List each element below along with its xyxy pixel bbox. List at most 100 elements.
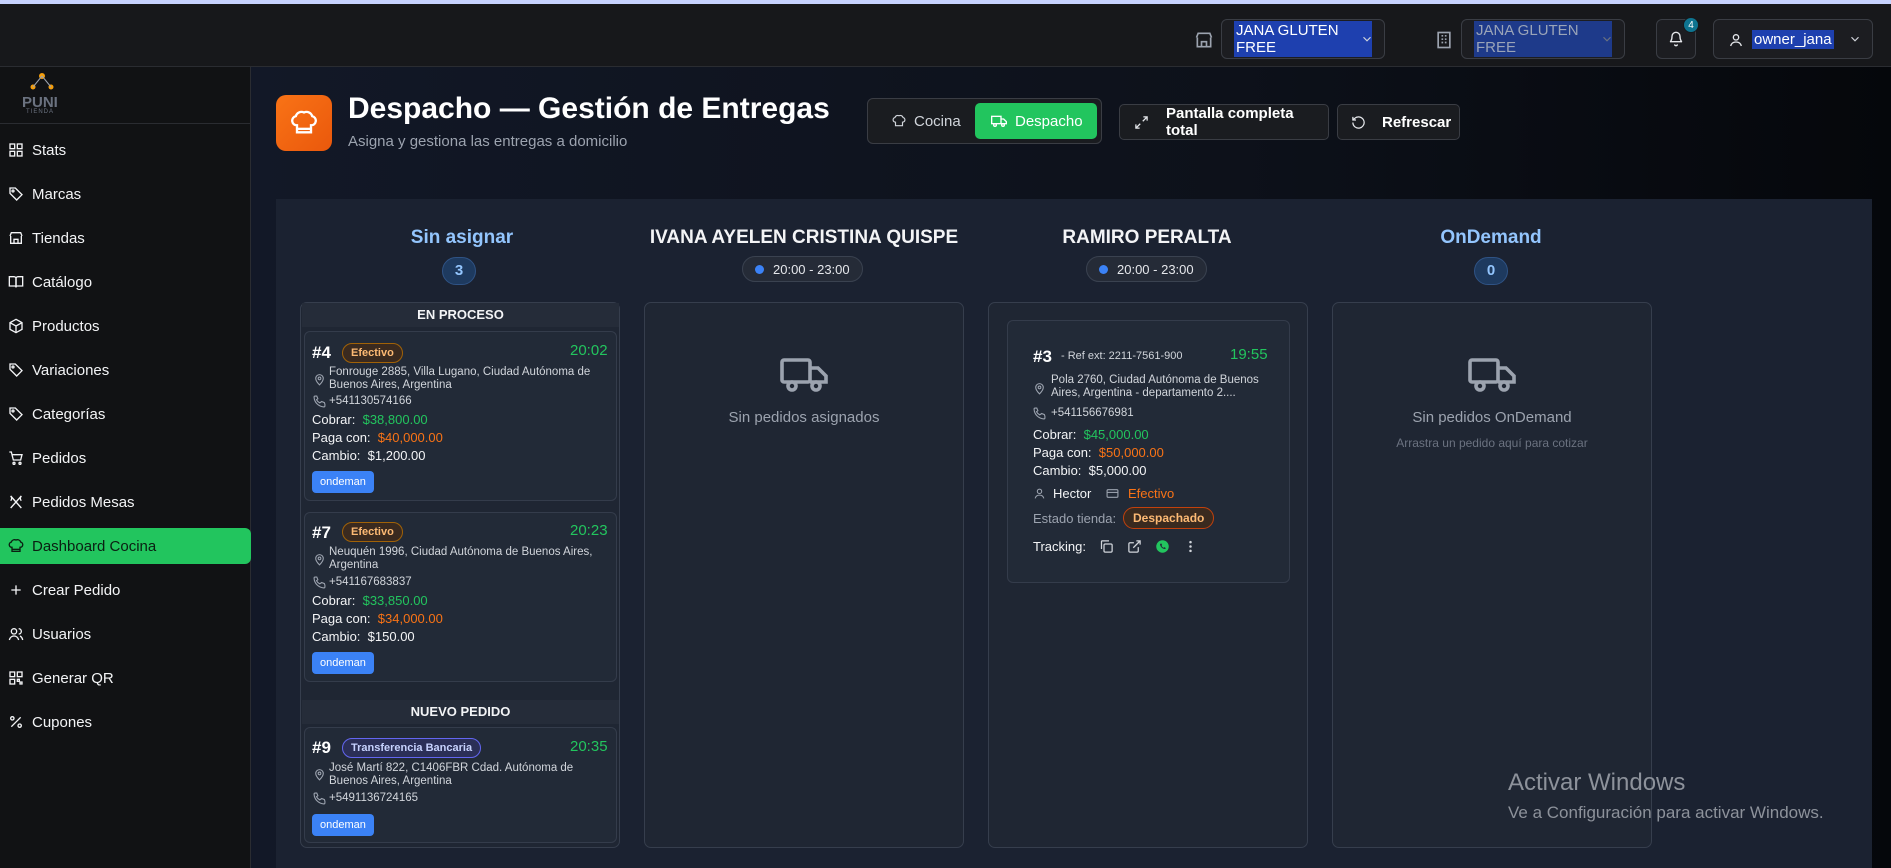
sidebar-item-pedidos-mesas[interactable]: Pedidos Mesas bbox=[0, 484, 251, 520]
order-phone: +541130574166 bbox=[329, 395, 412, 407]
payment-method: Efectivo bbox=[1128, 486, 1175, 501]
store-icon bbox=[9, 232, 23, 244]
sidebar-item-productos[interactable]: Productos bbox=[0, 308, 251, 344]
branch-select[interactable]: JANA GLUTEN FREE bbox=[1461, 19, 1625, 59]
paga-label: Paga con: bbox=[312, 611, 371, 626]
tab-label: Despacho bbox=[1015, 112, 1083, 130]
external-link-icon[interactable] bbox=[1127, 539, 1142, 554]
sidebar-item-crear-pedido[interactable]: Crear Pedido bbox=[0, 572, 251, 608]
cobrar-value: $45,000.00 bbox=[1083, 427, 1149, 442]
fullscreen-button[interactable]: Pantalla completa total bbox=[1119, 104, 1329, 140]
map-pin-icon bbox=[315, 769, 324, 781]
refresh-button[interactable]: Refrescar bbox=[1337, 104, 1460, 140]
whatsapp-icon[interactable] bbox=[1155, 539, 1170, 554]
cobrar-label: Cobrar: bbox=[312, 593, 356, 608]
page-subtitle: Asigna y gestiona las entregas a domicil… bbox=[348, 133, 628, 150]
grid-icon bbox=[9, 143, 23, 157]
sidebar-item-dashboard-cocina[interactable]: Dashboard Cocina bbox=[0, 528, 251, 564]
user-menu[interactable]: owner_jana bbox=[1713, 19, 1873, 59]
order-phone: +541167683837 bbox=[329, 576, 412, 588]
sidebar-item-label: Marcas bbox=[32, 185, 82, 203]
address-line: Pola 2760, Ciudad Autónoma de Buenos bbox=[1051, 374, 1259, 386]
card-icon bbox=[1106, 489, 1119, 498]
ondemand-button[interactable]: ondeman bbox=[312, 471, 374, 493]
sidebar-item-generar-qr[interactable]: Generar QR bbox=[0, 660, 251, 696]
order-number: #7 bbox=[312, 523, 331, 542]
ondemand-button[interactable]: ondeman bbox=[312, 652, 374, 674]
sidebar-item-variaciones[interactable]: Variaciones bbox=[0, 352, 251, 388]
fullscreen-label: Pantalla completa total bbox=[1166, 105, 1294, 139]
sidebar-item-stats[interactable]: Stats bbox=[0, 132, 251, 168]
refresh-label: Refrescar bbox=[1382, 113, 1452, 131]
sidebar-item-tiendas[interactable]: Tiendas bbox=[0, 220, 251, 256]
status-dot bbox=[755, 264, 764, 274]
sidebar-item-label: Dashboard Cocina bbox=[32, 537, 157, 555]
windows-activation-title: Activar Windows bbox=[1508, 769, 1686, 796]
phone-icon bbox=[313, 395, 326, 408]
expand-icon bbox=[1135, 116, 1148, 129]
view-switcher: Cocina Despacho bbox=[867, 98, 1102, 144]
section-header-in-process: EN PROCESO bbox=[302, 303, 619, 327]
tag-icon bbox=[9, 363, 23, 377]
sidebar-item-catalogo[interactable]: Catálogo bbox=[0, 264, 251, 300]
tracking-label: Tracking: bbox=[1033, 539, 1086, 554]
tab-cocina[interactable]: Cocina bbox=[872, 103, 972, 139]
sidebar-divider bbox=[0, 123, 251, 124]
sidebar-item-marcas[interactable]: Marcas bbox=[0, 176, 251, 212]
empty-state-text: Sin pedidos asignados bbox=[728, 409, 880, 426]
empty-state-text: Sin pedidos OnDemand bbox=[1412, 409, 1572, 426]
cambio-label: Cambio: bbox=[1033, 463, 1082, 478]
count-badge-unassigned: 3 bbox=[442, 257, 476, 285]
qr-icon bbox=[9, 671, 23, 685]
sidebar-item-label: Catálogo bbox=[32, 273, 93, 291]
payment-badge: Efectivo bbox=[342, 522, 403, 542]
empty-state-hint: Arrastra un pedido aquí para cotizar bbox=[1396, 436, 1588, 450]
more-vertical-icon[interactable] bbox=[1183, 539, 1198, 554]
sidebar-item-pedidos[interactable]: Pedidos bbox=[0, 440, 251, 476]
ondemand-button[interactable]: ondeman bbox=[312, 814, 374, 836]
address-line: Neuquén 1996, Ciudad Autónoma de Buenos … bbox=[329, 546, 593, 558]
shift-text: 20:00 - 23:00 bbox=[773, 261, 850, 277]
payment-badge: Transferencia Bancaria bbox=[342, 738, 482, 758]
percent-icon bbox=[10, 716, 22, 728]
truck-icon bbox=[780, 358, 828, 392]
store-icon bbox=[1195, 32, 1213, 48]
tag-icon bbox=[9, 407, 23, 421]
order-time: 19:55 bbox=[1230, 346, 1268, 363]
copy-icon[interactable] bbox=[1099, 539, 1114, 554]
tab-label: Cocina bbox=[914, 112, 961, 130]
truck-icon bbox=[1468, 358, 1516, 392]
phone-icon bbox=[313, 576, 326, 589]
sidebar-item-label: Tiendas bbox=[32, 229, 85, 247]
column-title-driver-ivana: IVANA AYELEN CRISTINA QUISPE bbox=[649, 227, 959, 248]
tag-icon bbox=[9, 187, 23, 201]
sidebar-item-label: Stats bbox=[32, 141, 67, 159]
store-select[interactable]: JANA GLUTEN FREE bbox=[1221, 19, 1385, 59]
cambio-row: Cambio: $5,000.00 bbox=[1033, 463, 1147, 478]
sidebar-item-categorias[interactable]: Categorías bbox=[0, 396, 251, 432]
sidebar-item-usuarios[interactable]: Usuarios bbox=[0, 616, 251, 652]
refresh-icon bbox=[1352, 116, 1365, 129]
sidebar-item-label: Productos bbox=[32, 317, 100, 335]
box-icon bbox=[9, 318, 23, 334]
cobrar-row: Cobrar: $33,850.00 bbox=[312, 593, 428, 608]
logo-subtext: TIENDA bbox=[26, 109, 55, 115]
chevron-down-icon bbox=[1603, 36, 1611, 42]
status-dot bbox=[1099, 264, 1108, 274]
order-phone: +5491136724165 bbox=[329, 792, 419, 804]
tab-despacho[interactable]: Despacho bbox=[975, 103, 1097, 139]
phone-icon bbox=[1033, 407, 1046, 420]
user-icon bbox=[1034, 488, 1045, 499]
cambio-label: Cambio: bbox=[312, 629, 361, 644]
building-icon bbox=[1437, 31, 1451, 49]
book-icon bbox=[8, 276, 24, 288]
sidebar-item-cupones[interactable]: Cupones bbox=[0, 704, 251, 740]
address-line: Argentina bbox=[329, 559, 379, 571]
chef-hat-icon bbox=[8, 539, 24, 552]
order-time: 20:23 bbox=[570, 522, 608, 539]
address-line: Buenos Aires, Argentina bbox=[329, 775, 452, 787]
order-address: Fonrouge 2885, Villa Lugano, Ciudad Autó… bbox=[329, 366, 609, 392]
order-address: Neuquén 1996, Ciudad Autónoma de Buenos … bbox=[329, 546, 609, 572]
map-pin-icon bbox=[315, 374, 324, 386]
map-pin-icon bbox=[315, 554, 324, 566]
